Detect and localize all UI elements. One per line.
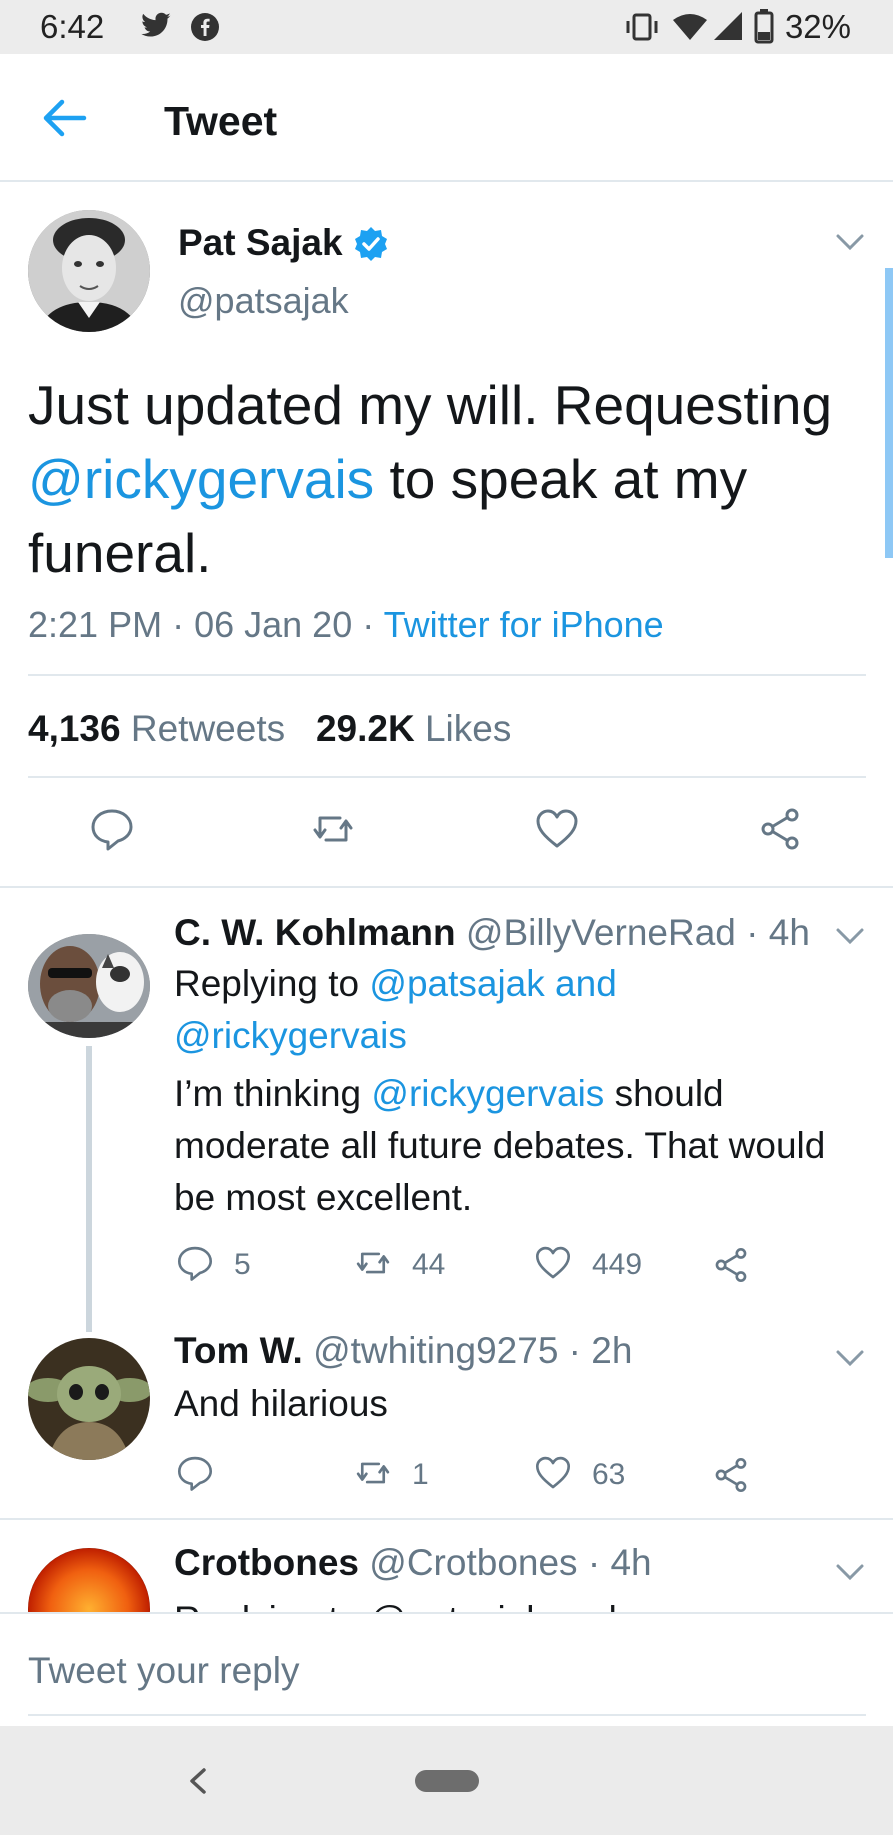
retweets-label[interactable]: Retweets: [131, 708, 285, 749]
retweet-icon: [356, 1252, 390, 1274]
share-icon[interactable]: [712, 1456, 750, 1494]
chevron-down-icon[interactable]: [835, 1562, 865, 1582]
retweet-count[interactable]: 4,136: [28, 708, 121, 749]
tweet-time: 2:21 PM: [28, 604, 163, 645]
retweet-icon: [356, 1462, 390, 1484]
like-count[interactable]: 29.2K: [316, 708, 415, 749]
system-nav-bar: [0, 1726, 893, 1835]
reply-action[interactable]: [176, 1454, 236, 1494]
reply-header: Crotbones @Crotbones · 4h: [174, 1542, 652, 1584]
signal-icon: [714, 12, 742, 40]
tweet-date: 06 Jan 20: [194, 604, 353, 645]
reply-count: 5: [234, 1248, 251, 1281]
like-icon: [535, 1246, 571, 1279]
divider: [28, 674, 866, 676]
scroll-indicator: [885, 268, 893, 558]
reply-age: 4h: [610, 1542, 652, 1583]
reply-composer: Tweet your reply: [0, 1612, 893, 1724]
author-handle[interactable]: @patsajak: [178, 280, 349, 322]
back-arrow-icon[interactable]: [40, 96, 90, 140]
battery-percent: 32%: [784, 8, 851, 45]
tweet-text: Just updated my will. Requesting @rickyg…: [28, 368, 868, 590]
app-header: Tweet: [0, 54, 893, 182]
avatar-photo: [28, 1338, 150, 1460]
facebook-icon: [191, 13, 219, 41]
avatar-photo: [28, 934, 150, 1038]
retweet-action[interactable]: 44: [352, 1244, 462, 1284]
nav-back-icon[interactable]: [186, 1766, 210, 1796]
author-avatar[interactable]: [28, 210, 150, 332]
page-title: Tweet: [164, 98, 278, 144]
tweet-text-part: Just updated my will. Requesting: [28, 374, 833, 436]
like-count: 63: [592, 1458, 626, 1491]
retweet-icon[interactable]: [310, 806, 356, 852]
reply-sep: ·: [558, 1330, 592, 1371]
status-bar: 6:42 32%: [0, 0, 893, 54]
mention-link[interactable]: @rickygervais: [371, 1073, 604, 1114]
wifi-icon: [673, 14, 707, 40]
reply-item-clipped: Crotbones @Crotbones · 4h Replying to @p…: [0, 1520, 893, 1612]
chevron-down-icon[interactable]: [835, 232, 865, 252]
thread-line: [86, 1046, 92, 1332]
composer-underline: [28, 1714, 866, 1716]
tweet-source[interactable]: Twitter for iPhone: [384, 604, 664, 645]
reply-input[interactable]: Tweet your reply: [28, 1650, 299, 1692]
reply-icon: [177, 1456, 213, 1491]
replying-to: Replying to @patsajak and: [174, 1594, 874, 1612]
reply-header: Tom W. @twhiting9275 · 2h: [174, 1330, 632, 1372]
reply-avatar[interactable]: [28, 1548, 150, 1612]
author-name[interactable]: Pat Sajak: [178, 222, 343, 264]
reply-text: I’m thinking @rickygervais should modera…: [174, 1068, 874, 1224]
avatar-portrait: [28, 210, 150, 332]
reply-text-part: I’m thinking: [174, 1073, 372, 1114]
reply-sep: ·: [735, 912, 769, 953]
chevron-down-icon[interactable]: [835, 1348, 865, 1368]
like-count: 449: [592, 1248, 643, 1281]
like-icon: [535, 1456, 571, 1489]
reply-author-name[interactable]: C. W. Kohlmann: [174, 912, 456, 953]
reply-author-handle[interactable]: @Crotbones: [369, 1542, 577, 1583]
reply-avatar[interactable]: [28, 934, 150, 1038]
tweet-meta: 2:21 PM · 06 Jan 20 · Twitter for iPhone: [28, 604, 664, 645]
chevron-down-icon[interactable]: [835, 926, 865, 946]
twitter-icon: [141, 12, 171, 37]
share-icon[interactable]: [712, 1246, 750, 1284]
reply-author-name[interactable]: Crotbones: [174, 1542, 359, 1583]
replying-prefix: Replying to: [174, 963, 370, 1004]
reply-action[interactable]: 5: [176, 1244, 266, 1284]
vibrate-icon: [626, 13, 658, 41]
retweet-action[interactable]: 1: [352, 1454, 442, 1494]
replying-to: Replying to @patsajak and @rickygervais: [174, 958, 694, 1062]
reply-age: 4h: [768, 912, 810, 953]
like-action[interactable]: 63: [534, 1454, 644, 1494]
share-icon[interactable]: [757, 806, 803, 852]
reply-age: 2h: [591, 1330, 633, 1371]
reply-header: C. W. Kohlmann @BillyVerneRad · 4h: [174, 912, 810, 954]
reply-author-handle[interactable]: @twhiting9275: [313, 1330, 558, 1371]
battery-icon: [754, 9, 774, 44]
divider: [28, 776, 866, 778]
reply-sep: ·: [577, 1542, 611, 1583]
mention-link[interactable]: @rickygervais: [28, 448, 374, 510]
section-divider: [0, 886, 893, 888]
reply-author-name[interactable]: Tom W.: [174, 1330, 303, 1371]
nav-home-pill[interactable]: [415, 1770, 479, 1792]
tweet-stats: 4,136 Retweets 29.2K Likes: [28, 708, 511, 750]
reply-icon[interactable]: [89, 806, 135, 852]
reply-icon: [177, 1246, 213, 1281]
like-icon[interactable]: [534, 806, 580, 852]
likes-label[interactable]: Likes: [425, 708, 511, 749]
reply-avatar[interactable]: [28, 1338, 150, 1460]
reply-text: And hilarious: [174, 1383, 388, 1424]
retweet-count: 1: [412, 1458, 429, 1491]
reply-author-handle[interactable]: @BillyVerneRad: [466, 912, 736, 953]
retweet-count: 44: [412, 1248, 446, 1281]
verified-badge-icon: [355, 227, 387, 261]
like-action[interactable]: 449: [534, 1244, 654, 1284]
status-time: 6:42: [40, 8, 105, 45]
